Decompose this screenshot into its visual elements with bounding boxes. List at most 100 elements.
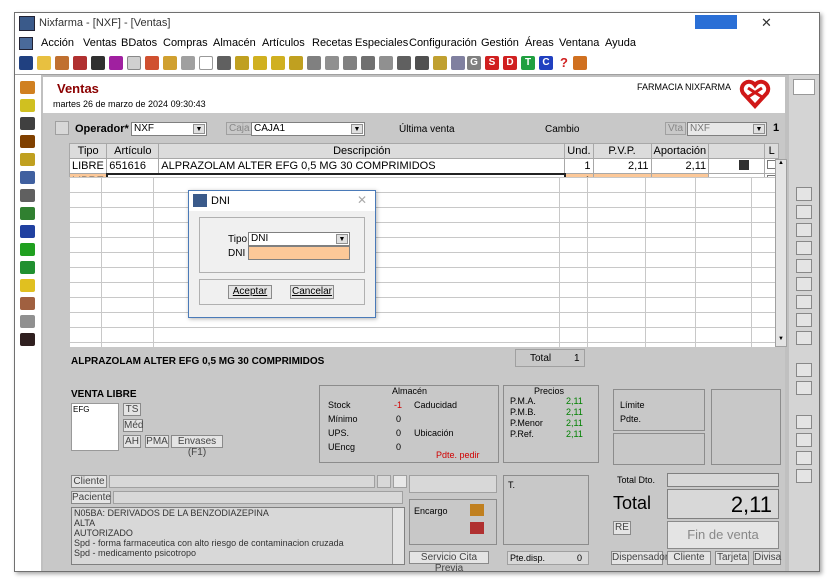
med-button[interactable]: Méd bbox=[123, 419, 143, 432]
tool-10-icon[interactable] bbox=[181, 56, 195, 70]
right-tool-15-icon[interactable] bbox=[796, 469, 812, 483]
cliente-pay-button[interactable]: Cliente bbox=[667, 551, 711, 565]
pma-button[interactable]: PMA bbox=[145, 435, 169, 448]
right-tool-10-icon[interactable] bbox=[796, 363, 812, 377]
menu-compras[interactable]: Compras bbox=[163, 37, 208, 49]
right-question-icon[interactable] bbox=[796, 187, 812, 201]
tool-24-icon[interactable] bbox=[433, 56, 447, 70]
menu-recetas[interactable]: Recetas bbox=[312, 37, 352, 49]
user-icon[interactable] bbox=[20, 297, 35, 310]
cell-descripcion[interactable]: ALPRAZOLAM ALTER EFG 0,5 MG 30 COMPRIMID… bbox=[158, 158, 566, 174]
right-a-icon[interactable] bbox=[796, 205, 812, 219]
tool-2-icon[interactable] bbox=[37, 56, 51, 70]
tool-25-icon[interactable] bbox=[451, 56, 465, 70]
arrow-left-icon[interactable] bbox=[253, 56, 267, 70]
right-tool-7-icon[interactable] bbox=[796, 295, 812, 309]
refresh-icon[interactable] bbox=[20, 261, 35, 274]
left-tool-5-icon[interactable] bbox=[20, 153, 35, 166]
envases-button[interactable]: Envases (F1) bbox=[171, 435, 223, 458]
cliente-card-icon[interactable] bbox=[393, 475, 407, 488]
tool-5-icon[interactable] bbox=[91, 56, 105, 70]
tool-16-icon[interactable] bbox=[289, 56, 303, 70]
menu-gestion[interactable]: Gestión bbox=[481, 37, 519, 49]
col-pvp[interactable]: P.V.P. bbox=[592, 143, 652, 159]
warning-icon[interactable] bbox=[20, 279, 35, 292]
chevron-down-icon[interactable]: ▼ bbox=[193, 124, 205, 134]
grid-scrollbar[interactable]: ▲ ▼ bbox=[775, 159, 787, 347]
chevron-down-icon[interactable]: ▼ bbox=[336, 234, 348, 244]
divisa-button[interactable]: Divisa bbox=[753, 551, 781, 565]
paciente-field[interactable] bbox=[113, 491, 403, 504]
tool-23-icon[interactable] bbox=[415, 56, 429, 70]
cart-icon[interactable] bbox=[20, 135, 35, 148]
chevron-down-icon[interactable]: ▼ bbox=[753, 124, 765, 134]
left-tool-2-icon[interactable] bbox=[20, 99, 35, 112]
right-f-icon[interactable] bbox=[796, 223, 812, 237]
right-tool-6-icon[interactable] bbox=[796, 277, 812, 291]
search-icon[interactable] bbox=[325, 56, 339, 70]
col-tipo[interactable]: Tipo bbox=[68, 143, 108, 159]
star-icon[interactable] bbox=[217, 56, 231, 70]
cell-aportacion[interactable]: 2,11 bbox=[650, 158, 710, 174]
menu-especiales[interactable]: Especiales bbox=[355, 37, 408, 49]
left-tool-7-icon[interactable] bbox=[20, 189, 35, 202]
tool-20-icon[interactable] bbox=[361, 56, 375, 70]
right-tool-11-icon[interactable] bbox=[796, 381, 812, 395]
tool-g-icon[interactable]: G bbox=[467, 56, 481, 70]
right-tool-8-icon[interactable] bbox=[796, 313, 812, 327]
tool-21-icon[interactable] bbox=[379, 56, 393, 70]
help-icon[interactable]: ? bbox=[557, 56, 571, 70]
tool-c-icon[interactable]: C bbox=[539, 56, 553, 70]
close-button[interactable]: ✕ bbox=[747, 13, 787, 33]
tool-8-icon[interactable] bbox=[145, 56, 159, 70]
cliente-button[interactable]: Cliente bbox=[71, 475, 107, 488]
tool-7-icon[interactable] bbox=[127, 56, 141, 70]
tool-22-icon[interactable] bbox=[397, 56, 411, 70]
menu-ventana[interactable]: Ventana bbox=[559, 37, 599, 49]
cliente-field[interactable] bbox=[109, 475, 375, 488]
cell-pvp[interactable]: 2,11 bbox=[592, 158, 652, 174]
barcode-icon[interactable] bbox=[20, 333, 35, 346]
dispensador-button[interactable]: Dispensador bbox=[611, 551, 668, 565]
pin-icon[interactable] bbox=[343, 56, 357, 70]
caja-select[interactable]: CAJA1 ▼ bbox=[251, 122, 365, 136]
dni-input[interactable] bbox=[248, 246, 350, 260]
encargo-icon[interactable] bbox=[470, 504, 484, 516]
menu-almacen[interactable]: Almacén bbox=[213, 37, 256, 49]
right-tool-5-icon[interactable] bbox=[796, 259, 812, 273]
fin-venta-button[interactable]: Fin de venta bbox=[667, 521, 779, 549]
chevron-down-icon[interactable]: ▼ bbox=[351, 124, 363, 134]
left-tool-3-icon[interactable] bbox=[20, 117, 35, 130]
mdi-window-icon[interactable] bbox=[19, 37, 33, 50]
home-icon[interactable] bbox=[573, 56, 587, 70]
tool-13-icon[interactable] bbox=[235, 56, 249, 70]
operador-select[interactable]: NXF ▼ bbox=[131, 122, 207, 136]
tool-3-icon[interactable] bbox=[55, 56, 69, 70]
right-tool-14-icon[interactable] bbox=[796, 451, 812, 465]
right-tool-9-icon[interactable] bbox=[796, 331, 812, 345]
left-tool-6-icon[interactable] bbox=[20, 171, 35, 184]
servicio-cita-button[interactable]: Servicio Cita Previa bbox=[409, 551, 489, 571]
right-off-icon[interactable] bbox=[796, 241, 812, 255]
left-tool-1-icon[interactable] bbox=[20, 81, 35, 94]
scroll-up-icon[interactable]: ▲ bbox=[776, 160, 786, 170]
re-button[interactable]: RE bbox=[613, 521, 631, 535]
ts-button[interactable]: TS bbox=[123, 403, 141, 416]
cell-articulo[interactable]: 651616 bbox=[106, 158, 160, 174]
tipo-select[interactable]: DNI ▼ bbox=[248, 232, 350, 246]
left-tool-14-icon[interactable] bbox=[20, 315, 35, 328]
menu-ventas[interactable]: Ventas bbox=[83, 37, 117, 49]
menu-ayuda[interactable]: Ayuda bbox=[605, 37, 636, 49]
col-articulo[interactable]: Artículo bbox=[106, 143, 160, 159]
star-outline-icon[interactable] bbox=[199, 56, 213, 70]
tool-d-icon[interactable]: D bbox=[503, 56, 517, 70]
menu-accion[interactable]: Acción bbox=[41, 37, 74, 49]
menu-areas[interactable]: Áreas bbox=[525, 37, 554, 49]
table-row[interactable]: LIBRE 651616 ALPRAZOLAM ALTER EFG 0,5 MG… bbox=[68, 158, 780, 174]
menu-articulos[interactable]: Artículos bbox=[262, 37, 305, 49]
ah-button[interactable]: AH bbox=[123, 435, 141, 448]
notes-scrollbar[interactable] bbox=[392, 508, 404, 564]
right-tool-13-icon[interactable] bbox=[796, 433, 812, 447]
menu-bdatos[interactable]: BDatos bbox=[121, 37, 157, 49]
col-l[interactable]: L bbox=[764, 143, 780, 159]
